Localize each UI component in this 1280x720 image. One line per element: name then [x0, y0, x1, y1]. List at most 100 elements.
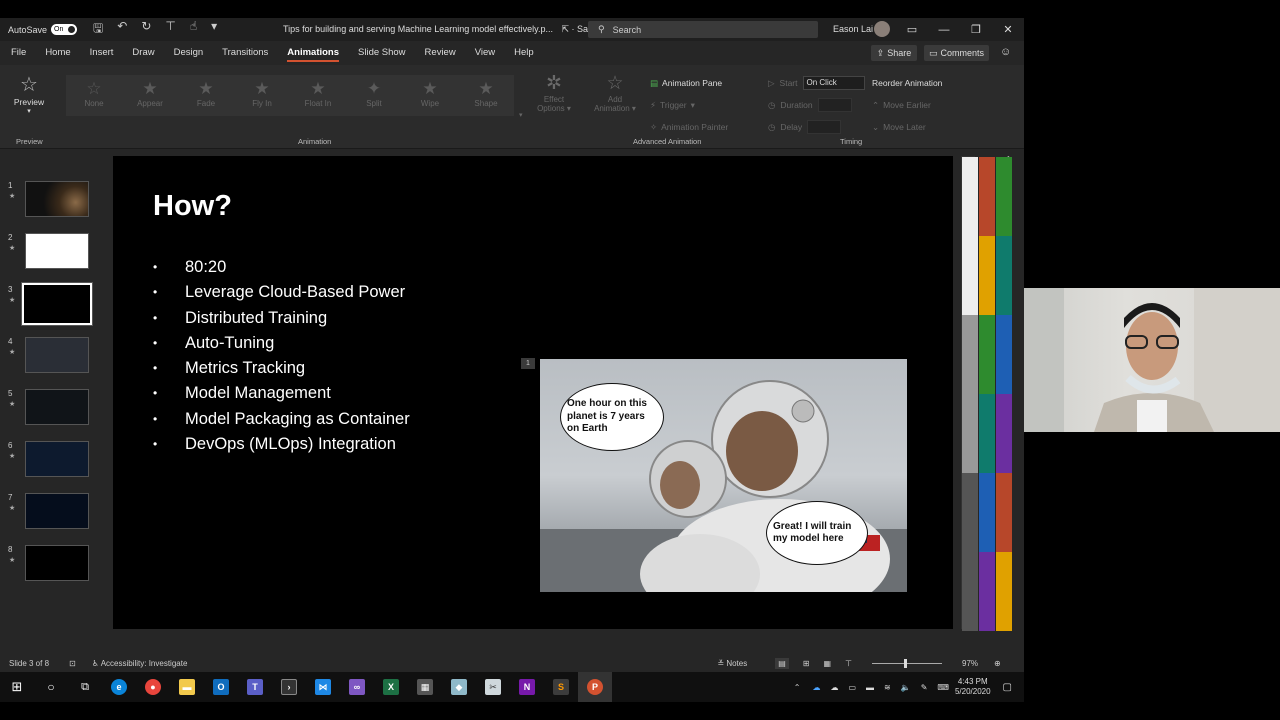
close-icon[interactable]: ✕	[992, 23, 1024, 36]
visual-studio-icon[interactable]: ∞	[340, 672, 374, 702]
language-icon[interactable]: ⌨	[937, 683, 949, 692]
color-strip[interactable]	[996, 157, 1012, 236]
calculator-icon[interactable]: ▦	[408, 672, 442, 702]
color-strip[interactable]	[962, 157, 978, 236]
tab-transitions[interactable]: Transitions	[222, 41, 268, 65]
color-strip[interactable]	[996, 315, 1012, 394]
save-icon[interactable]: 🖫	[93, 19, 103, 40]
document-title[interactable]: Tips for building and serving Machine Le…	[283, 24, 610, 35]
move-earlier-button[interactable]: ⌃ Move Earlier	[872, 94, 942, 116]
pen-icon[interactable]: ✎	[921, 683, 928, 692]
animation-pane-button[interactable]: ▤ Animation Pane	[650, 72, 728, 94]
slide-thumbnail-6[interactable]	[25, 441, 89, 477]
astronauts-image[interactable]: One hour on this planet is 7 years on Ea…	[540, 359, 907, 592]
search-icon[interactable]: ○	[34, 672, 68, 702]
fit-slide-icon[interactable]: ⊕	[994, 659, 1001, 668]
slide-thumbnail-3[interactable]	[21, 282, 93, 326]
clock[interactable]: 4:43 PM 5/20/2020	[955, 677, 991, 697]
tab-draw[interactable]: Draw	[132, 41, 154, 65]
color-strip[interactable]	[996, 236, 1012, 315]
reading-view-icon[interactable]: ▦	[824, 659, 832, 668]
accessibility-status[interactable]: ♿ Accessibility: Investigate	[92, 659, 188, 668]
user-avatar[interactable]	[874, 21, 890, 37]
notes-button[interactable]: ≚ Notes	[717, 659, 747, 668]
usb-icon[interactable]: ▬	[866, 683, 874, 692]
comments-button[interactable]: ▭ Comments	[924, 45, 989, 61]
normal-view-icon[interactable]: ▤	[775, 657, 789, 669]
spell-check-icon[interactable]: ⊡	[69, 659, 76, 668]
trigger-button[interactable]: ⚡ Trigger ▾	[650, 94, 728, 116]
app-icon[interactable]: ◆	[442, 672, 476, 702]
tab-home[interactable]: Home	[45, 41, 70, 65]
tab-review[interactable]: Review	[425, 41, 456, 65]
gallery-more-icon[interactable]: ▾	[519, 111, 523, 119]
excel-icon[interactable]: X	[374, 672, 408, 702]
undo-icon[interactable]: ↶	[117, 19, 127, 40]
user-name[interactable]: Eason Lai	[833, 24, 873, 34]
slide-title[interactable]: How?	[153, 190, 232, 223]
slideshow-view-icon[interactable]: ⊤	[845, 659, 852, 668]
terminal-icon[interactable]: ›	[272, 672, 306, 702]
minimize-icon[interactable]: —	[928, 24, 960, 36]
delay-input[interactable]	[807, 120, 842, 134]
slide-sorter-icon[interactable]: ⊞	[803, 659, 810, 668]
slide-thumbnail-2[interactable]	[25, 233, 89, 269]
color-strip[interactable]	[996, 394, 1012, 473]
bullet-list[interactable]: • 80:20 • Leverage Cloud-Based Power • Distri…	[153, 255, 410, 457]
duration-input[interactable]	[817, 98, 852, 112]
tab-insert[interactable]: Insert	[90, 41, 114, 65]
volume-icon[interactable]: 🔈	[901, 683, 911, 692]
color-strip[interactable]	[996, 473, 1012, 552]
ribbon-display-icon[interactable]: ▭	[896, 23, 928, 36]
onedrive-icon[interactable]: ☁	[812, 683, 820, 692]
color-strip[interactable]	[979, 552, 995, 631]
animation-none[interactable]: ☆ None	[66, 75, 122, 116]
autosave[interactable]: AutoSave On	[8, 24, 78, 35]
zoom-slider[interactable]	[872, 658, 943, 668]
color-strip[interactable]	[979, 473, 995, 552]
present-icon[interactable]: ⊤	[165, 19, 175, 40]
animation-float-in[interactable]: ★ Float In	[290, 75, 346, 116]
file-explorer-icon[interactable]: ▬	[170, 672, 204, 702]
notifications-icon[interactable]: ▢	[1003, 682, 1012, 693]
zoom-slider-thumb[interactable]	[904, 658, 908, 668]
color-strip[interactable]	[962, 394, 978, 473]
animation-split[interactable]: ✦ Split	[346, 75, 402, 116]
tab-help[interactable]: Help	[514, 41, 534, 65]
search-box[interactable]: ⚲ Search	[588, 21, 818, 38]
customize-qat-icon[interactable]: ▾	[211, 19, 217, 40]
slide-thumbnail-4[interactable]	[25, 337, 89, 373]
color-strip[interactable]	[979, 315, 995, 394]
windows-start-icon[interactable]: ⊞	[0, 672, 34, 702]
chevron-up-icon[interactable]: ⌃	[794, 683, 801, 692]
sublime-icon[interactable]: S	[544, 672, 578, 702]
add-animation-button[interactable]: ☆ Add Animation ▾	[590, 73, 640, 113]
color-strip[interactable]	[962, 315, 978, 394]
slide-thumbnail-7[interactable]	[25, 493, 89, 529]
cloud-icon[interactable]: ☁	[830, 683, 838, 692]
display-icon[interactable]: ▭	[848, 683, 856, 692]
effect-options-button[interactable]: ✲ Effect Options ▾	[532, 73, 576, 113]
slide-canvas[interactable]: How? • 80:20 • Leverage Cloud-Based Power • D…	[113, 156, 953, 629]
bullet-item[interactable]: • Distributed Training	[153, 306, 410, 331]
bullet-item[interactable]: • Leverage Cloud-Based Power	[153, 280, 410, 305]
tab-view[interactable]: View	[475, 41, 495, 65]
zoom-level[interactable]: 97%	[962, 659, 978, 668]
slide-thumbnail-8[interactable]	[25, 545, 89, 581]
bullet-item[interactable]: • DevOps (MLOps) Integration	[153, 432, 410, 457]
color-strip[interactable]	[979, 157, 995, 236]
tab-animations[interactable]: Animations	[287, 41, 339, 65]
color-strip[interactable]	[962, 552, 978, 631]
color-strip[interactable]	[996, 552, 1012, 631]
chrome-icon[interactable]: ●	[136, 672, 170, 702]
animation-shape[interactable]: ★ Shape	[458, 75, 514, 116]
redo-icon[interactable]: ↻	[141, 19, 151, 40]
preview-button[interactable]: ☆ Preview ▾	[10, 73, 48, 115]
bullet-item[interactable]: • 80:20	[153, 255, 410, 280]
restore-icon[interactable]: ❐	[960, 23, 992, 36]
wifi-icon[interactable]: ≋	[884, 683, 891, 692]
start-select[interactable]: On Click	[802, 76, 865, 90]
vscode-icon[interactable]: ⋈	[306, 672, 340, 702]
animation-appear[interactable]: ★ Appear	[122, 75, 178, 116]
bullet-item[interactable]: • Auto-Tuning	[153, 331, 410, 356]
